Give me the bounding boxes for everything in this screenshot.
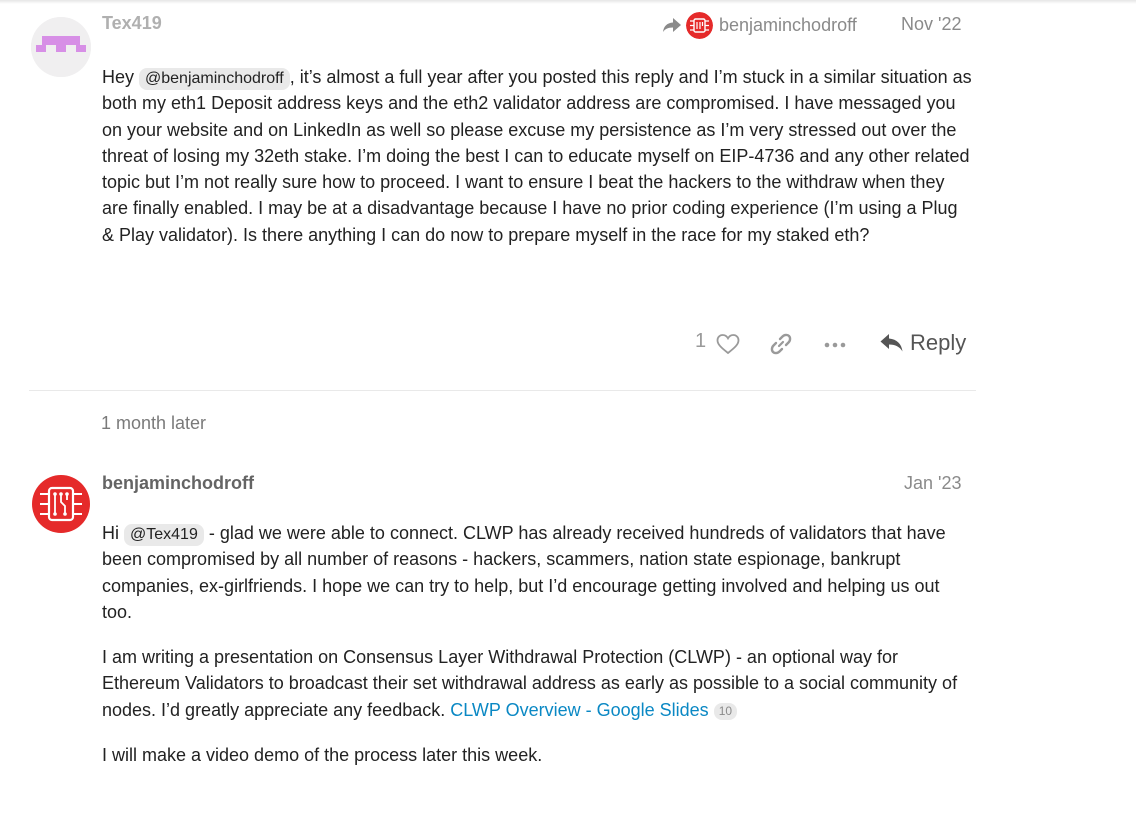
- avatar-tex419[interactable]: [31, 17, 91, 77]
- post-username[interactable]: Tex419: [102, 13, 162, 34]
- post-text: Hi: [102, 523, 124, 543]
- reply-to-username: benjaminchodroff: [719, 14, 857, 35]
- clwp-overview-link[interactable]: CLWP Overview - Google Slides: [450, 700, 708, 720]
- reply-to-avatar: [686, 11, 713, 39]
- post-paragraph: I am writing a presentation on Consensus…: [102, 644, 972, 723]
- post-text: Hey: [102, 67, 140, 87]
- post-text: - glad we were able to connect. CLWP has…: [102, 523, 946, 622]
- pixel-identicon-icon: [31, 17, 91, 77]
- time-gap-label: 1 month later: [101, 413, 207, 433]
- top-header-shadow: [0, 0, 1136, 4]
- circuit-chip-logo-icon: [32, 475, 90, 533]
- circuit-chip-logo-icon: [686, 11, 713, 39]
- heart-icon[interactable]: [716, 333, 740, 355]
- post-date[interactable]: Jan '23: [904, 473, 961, 494]
- more-icon[interactable]: [823, 335, 847, 355]
- mention-link[interactable]: @Tex419: [124, 524, 204, 546]
- reply-label: Reply: [910, 330, 967, 355]
- reply-button[interactable]: Reply: [879, 330, 966, 356]
- reply-to-tab[interactable]: benjaminchodroff: [662, 11, 857, 39]
- post-paragraph: I will make a video demo of the process …: [102, 742, 972, 768]
- post-paragraph: Hi @Tex419 - glad we were able to connec…: [102, 520, 972, 625]
- post-text: , it’s almost a full year after you post…: [102, 67, 972, 245]
- mention-link[interactable]: @benjaminchodroff: [139, 68, 290, 90]
- reply-icon: [880, 334, 903, 352]
- post-body: Hey @benjaminchodroff, it’s almost a ful…: [102, 64, 972, 267]
- post-paragraph: Hey @benjaminchodroff, it’s almost a ful…: [102, 64, 972, 248]
- post-text: I will make a video demo of the process …: [102, 745, 543, 766]
- link-icon[interactable]: [769, 332, 793, 356]
- post-divider: [29, 390, 976, 391]
- post-username[interactable]: benjaminchodroff: [102, 473, 254, 494]
- like-count[interactable]: 1: [695, 330, 706, 353]
- reply-arrow-icon: [663, 18, 681, 32]
- post-body: Hi @Tex419 - glad we were able to connec…: [102, 520, 972, 787]
- avatar-benjaminchodroff[interactable]: [31, 474, 91, 534]
- link-click-count: 10: [713, 702, 738, 720]
- post-date[interactable]: Nov '22: [901, 14, 961, 35]
